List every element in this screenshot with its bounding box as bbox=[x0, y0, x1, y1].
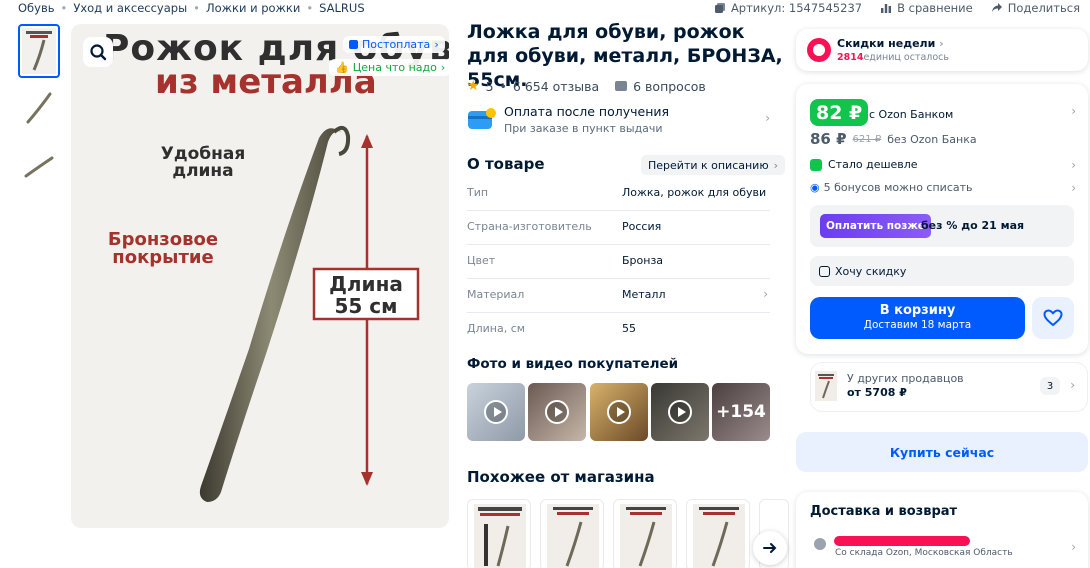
questions-link[interactable]: 6 вопросов bbox=[633, 79, 706, 94]
breadcrumb-item[interactable]: Уход и аксессуары bbox=[73, 1, 187, 15]
shoehorn-thumb-image bbox=[22, 28, 56, 74]
similar-product-image bbox=[474, 504, 526, 568]
chevron-right-icon: › bbox=[1070, 378, 1075, 392]
want-discount-button[interactable]: Хочу скидку bbox=[810, 256, 1074, 286]
play-icon bbox=[545, 400, 569, 424]
carousel-next-button[interactable] bbox=[753, 531, 787, 565]
compare-icon bbox=[881, 4, 892, 13]
chevron-right-icon: › bbox=[1071, 181, 1076, 195]
share-button[interactable]: Поделиться bbox=[991, 1, 1080, 15]
breadcrumb-item[interactable]: Обувь bbox=[18, 1, 55, 15]
ugc-title: Фото и видео покупателей bbox=[467, 356, 679, 372]
product-page: Обувь • Уход и аксессуары • Ложки и рожки •… bbox=[0, 0, 1090, 568]
similar-product-image bbox=[693, 504, 745, 568]
weekly-deals-card[interactable]: Скидки недели › 2814единиц осталось bbox=[796, 29, 1088, 71]
gallery-thumbnail[interactable] bbox=[18, 138, 60, 192]
similar-product-card[interactable] bbox=[467, 499, 531, 568]
similar-product-image bbox=[547, 504, 599, 568]
other-sellers-card[interactable]: У других продавцов от 5708 ₽ 3 › bbox=[810, 362, 1088, 412]
shoehorn-thumb-image bbox=[26, 92, 52, 124]
image-label-size: Длина 55 см bbox=[329, 272, 403, 318]
deals-logo-icon bbox=[807, 38, 831, 62]
bonus-icon: ◉ bbox=[810, 181, 820, 194]
breadcrumb-item[interactable]: Ложки и рожки bbox=[206, 1, 300, 15]
spec-row: Длина, см 55 bbox=[467, 322, 636, 335]
spec-row: Цвет Бронза bbox=[467, 245, 770, 279]
goto-description-button[interactable]: Перейти к описанию › bbox=[641, 155, 785, 175]
similar-product-card[interactable] bbox=[686, 499, 750, 568]
ugc-video[interactable] bbox=[467, 383, 525, 441]
similar-product-card[interactable] bbox=[613, 499, 677, 568]
image-label-coating: Бронзовое покрытие bbox=[107, 229, 219, 268]
spec-row: Тип Ложка, рожок для обуви bbox=[467, 177, 770, 211]
pay-later-button[interactable]: Оплатить позже bbox=[820, 214, 931, 238]
chevron-right-icon: › bbox=[773, 158, 778, 172]
hidden-address-bar bbox=[834, 536, 970, 546]
buy-now-button[interactable]: Купить сейчас bbox=[796, 432, 1088, 472]
delivery-address-row[interactable]: Со склада Ozon, Московская Область › bbox=[810, 530, 1076, 564]
play-icon bbox=[484, 400, 508, 424]
delivery-card: Доставка и возврат Со склада Ozon, Моско… bbox=[796, 492, 1088, 568]
image-label-length: Удобная длина bbox=[160, 144, 246, 181]
play-icon bbox=[668, 400, 692, 424]
reviews-link[interactable]: 6 654 отзыва bbox=[513, 79, 599, 94]
rating-value: 5 bbox=[485, 78, 494, 94]
heart-icon bbox=[1043, 309, 1063, 327]
rating-row[interactable]: ★ 5 • 6 654 отзыва 6 вопросов bbox=[467, 78, 706, 94]
ozon-bank-price[interactable]: 82 ₽ bbox=[810, 99, 869, 126]
chevron-right-icon: › bbox=[1071, 540, 1076, 554]
main-product-image[interactable]: Рожок для обуви из металла Постоплата › … bbox=[71, 24, 449, 528]
copy-icon bbox=[714, 3, 725, 13]
chevron-right-icon: › bbox=[765, 111, 770, 125]
sellers-count-badge: 3 bbox=[1040, 377, 1060, 395]
arrow-right-icon bbox=[763, 543, 777, 553]
ugc-video[interactable] bbox=[590, 383, 648, 441]
play-icon bbox=[607, 400, 631, 424]
add-to-cart-button[interactable]: В корзину Доставим 18 марта bbox=[810, 297, 1025, 339]
gallery-thumbnail[interactable] bbox=[18, 80, 60, 134]
article-number[interactable]: Артикул: 1547545237 bbox=[714, 1, 862, 15]
breadcrumb-item[interactable]: SALRUS bbox=[319, 1, 365, 15]
similar-product-image bbox=[620, 504, 672, 568]
product-meta: Артикул: 1547545237 В сравнение Поделить… bbox=[714, 0, 1080, 16]
price-drop-row[interactable]: Стало дешевле bbox=[810, 158, 1076, 171]
chevron-right-icon: › bbox=[763, 287, 768, 301]
similar-product-card[interactable] bbox=[540, 499, 604, 568]
postpay-info[interactable]: Оплата после получения При заказе в пунк… bbox=[467, 103, 772, 139]
about-title: О товаре bbox=[467, 155, 545, 173]
regular-price-row: 86 ₽ 621 ₽ без Ozon Банка bbox=[810, 130, 977, 148]
location-pin-icon bbox=[814, 538, 826, 550]
pay-later-block: Оплатить позже без % до 21 мая bbox=[810, 205, 1074, 247]
similar-title: Похожее от магазина bbox=[467, 468, 655, 486]
seller-product-image bbox=[815, 371, 837, 401]
favorite-button[interactable] bbox=[1032, 297, 1074, 339]
compare-button[interactable]: В сравнение bbox=[880, 1, 973, 15]
ugc-video[interactable] bbox=[651, 383, 709, 441]
chevron-right-icon: › bbox=[939, 37, 944, 50]
card-icon bbox=[468, 108, 496, 129]
ugc-video[interactable] bbox=[528, 383, 586, 441]
arrow-down-icon bbox=[810, 158, 822, 171]
ugc-more[interactable]: +154 bbox=[712, 383, 770, 441]
bonus-row[interactable]: ◉ 5 бонусов можно списать bbox=[810, 181, 973, 194]
gallery-thumbnail[interactable] bbox=[18, 24, 60, 78]
breadcrumb: Обувь • Уход и аксессуары • Ложки и рожки •… bbox=[18, 1, 365, 15]
shoehorn-thumb-image bbox=[24, 156, 54, 178]
chevron-right-icon: › bbox=[1071, 104, 1076, 118]
discount-tag-icon bbox=[819, 265, 830, 277]
questions-icon bbox=[615, 81, 628, 91]
spec-row: Страна-изготовитель Россия bbox=[467, 211, 770, 245]
star-icon: ★ bbox=[467, 78, 480, 94]
chevron-right-icon: › bbox=[1071, 158, 1076, 172]
share-icon bbox=[991, 3, 1002, 12]
spec-row[interactable]: Материал Металл › bbox=[467, 279, 770, 313]
deals-count: 2814 bbox=[837, 52, 864, 63]
